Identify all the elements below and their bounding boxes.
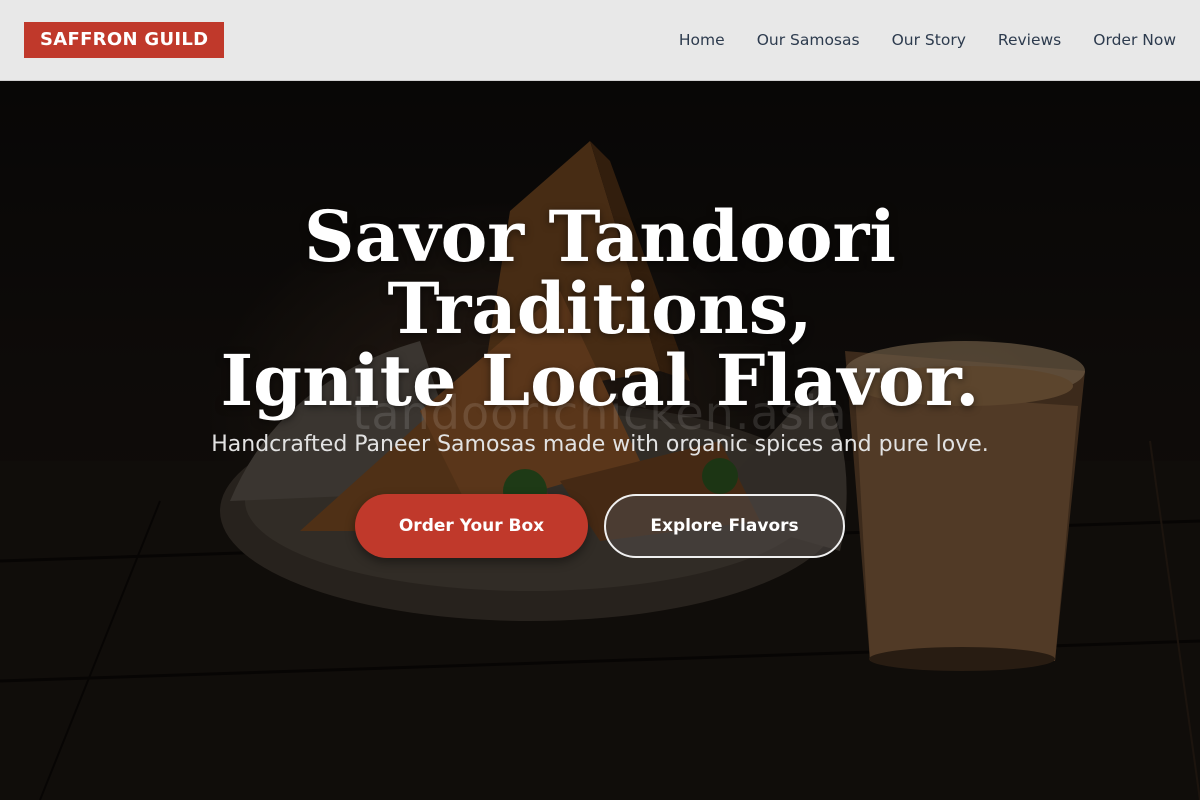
hero-title: Savor Tandoori Traditions, Ignite Local … <box>190 201 1010 417</box>
hero-section: tandoorichicken.asia Savor Tandoori Trad… <box>0 81 1200 800</box>
hero-cta-group: Order Your Box Explore Flavors <box>0 494 1200 558</box>
hero-subtitle: Handcrafted Paneer Samosas made with org… <box>211 432 989 457</box>
nav-link-our-samosas[interactable]: Our Samosas <box>757 31 860 49</box>
nav-link-our-story[interactable]: Our Story <box>892 31 966 49</box>
hero-title-line-3: Ignite Local Flavor. <box>220 339 980 422</box>
hero-content: Savor Tandoori Traditions, Ignite Local … <box>0 201 1200 558</box>
order-your-box-button[interactable]: Order Your Box <box>355 494 588 558</box>
brand-logo[interactable]: SAFFRON GUILD <box>24 22 225 58</box>
site-header: SAFFRON GUILD Home Our Samosas Our Story… <box>0 0 1200 81</box>
nav-link-home[interactable]: Home <box>679 31 725 49</box>
hero-title-line-2: Traditions, <box>387 267 813 350</box>
explore-flavors-button[interactable]: Explore Flavors <box>604 494 845 558</box>
hero-title-line-1: Savor Tandoori <box>304 195 896 278</box>
nav-link-order-now[interactable]: Order Now <box>1093 31 1176 49</box>
main-nav: Home Our Samosas Our Story Reviews Order… <box>679 31 1176 49</box>
nav-link-reviews[interactable]: Reviews <box>998 31 1061 49</box>
